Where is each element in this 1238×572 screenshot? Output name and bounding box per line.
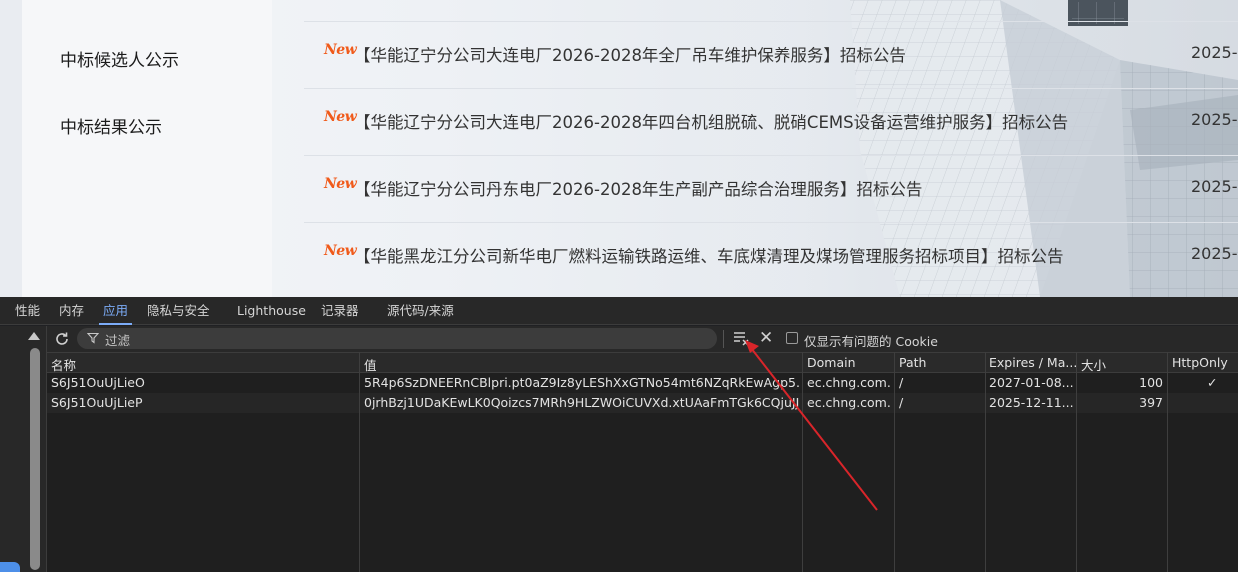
sidebar-item-result-notice[interactable]: 中标结果公示 [60,113,162,138]
column-divider[interactable] [359,352,360,572]
list-item[interactable]: New 【华能黑龙江分公司新华电厂燃料运输铁路运维、车底煤清理及煤场管理服务招标… [304,222,1238,289]
column-header-httponly[interactable]: HttpOnly [1172,355,1236,370]
column-header-domain[interactable]: Domain [807,355,892,370]
cookie-name: S6J51OuUjLieP [51,395,143,410]
cookie-toolbar: 过滤 ✕ 仅显示有问题的 Cookie [47,326,1238,352]
column-divider[interactable] [1167,352,1168,572]
column-header-value[interactable]: 值 [364,355,799,374]
scroll-up-arrow-icon[interactable] [28,332,40,340]
cookie-path: / [899,375,904,390]
tab-sources[interactable]: 源代码/来源 [387,297,454,325]
new-badge: New [324,109,357,125]
page-left-margin [0,0,22,297]
filter-placeholder: 过滤 [105,333,131,348]
new-badge: New [324,243,357,259]
column-divider[interactable] [802,352,803,572]
devtools-panel: 性能 内存 应用 隐私与安全 Lighthouse 记录器 源代码/来源 过滤 … [0,297,1238,572]
list-item[interactable]: New 【华能辽宁分公司丹东电厂2026-2028年生产副产品综合治理服务】招标… [304,155,1238,222]
filter-input[interactable]: 过滤 [77,328,717,349]
sidebar: 中标候选人公示 中标结果公示 [22,0,272,297]
clear-filtered-cookies-icon[interactable] [732,329,750,347]
scrollbar-thumb[interactable] [30,348,40,570]
cookie-value: 5R4p6SzDNEERnCBlpri.pt0aZ9Iz8yLEShXxGTNo… [364,375,799,390]
corner-indicator [0,562,20,572]
cookie-value: 0jrhBzj1UDaKEwLK0Qoizcs7MRh9HLZWOiCUVXd.… [364,395,799,410]
column-divider[interactable] [1076,352,1077,572]
notice-date: 2025- [1191,43,1238,62]
notice-title-link[interactable]: 【华能辽宁分公司丹东电厂2026-2028年生产副产品综合治理服务】招标公告 [354,176,922,200]
notice-title-link[interactable]: 【华能黑龙江分公司新华电厂燃料运输铁路运维、车底煤清理及煤场管理服务招标项目】招… [354,243,1064,267]
new-badge: New [324,176,357,192]
new-badge: New [324,42,357,58]
tab-lighthouse[interactable]: Lighthouse [237,297,306,325]
table-header: 名称 值 Domain Path Expires / Ma... 大小 Http… [47,352,1238,373]
column-header-name[interactable]: 名称 [51,355,356,374]
only-issues-label: 仅显示有问题的 Cookie [804,334,938,349]
tab-recorder[interactable]: 记录器 [321,297,359,325]
cookie-name: S6J51OuUjLieO [51,375,145,390]
sidebar-item-candidate-notice[interactable]: 中标候选人公示 [60,46,179,71]
tab-privacy-security[interactable]: 隐私与安全 [147,297,210,325]
clear-all-icon[interactable]: ✕ [759,329,775,347]
tab-performance[interactable]: 性能 [15,297,40,325]
list-item[interactable]: New 【华能辽宁分公司大连电厂2026-2028年全厂吊车维护保养服务】招标公… [304,21,1238,88]
cookie-table: 名称 值 Domain Path Expires / Ma... 大小 Http… [47,352,1238,572]
refresh-icon[interactable] [53,330,71,348]
column-header-path[interactable]: Path [899,355,984,370]
cookie-size: 397 [1139,395,1163,410]
httponly-check-icon: ✓ [1207,375,1218,390]
toolbar-divider [723,330,724,348]
cookie-expires: 2025-12-11... [989,395,1074,410]
cookie-expires: 2027-01-08... [989,375,1074,390]
column-divider[interactable] [894,352,895,572]
only-issues-checkbox[interactable] [786,332,798,344]
table-row[interactable]: S6J51OuUjLieP 0jrhBzj1UDaKEwLK0Qoizcs7MR… [47,393,1238,413]
devtools-tabbar: 性能 内存 应用 隐私与安全 Lighthouse 记录器 源代码/来源 [0,297,1238,325]
tab-memory[interactable]: 内存 [59,297,84,325]
notice-date: 2025- [1191,110,1238,129]
notice-list: New 【华能辽宁分公司大连电厂2026-2028年全厂吊车维护保养服务】招标公… [304,0,1238,297]
tab-application[interactable]: 应用 [98,297,133,325]
notice-title-link[interactable]: 【华能辽宁分公司大连电厂2026-2028年全厂吊车维护保养服务】招标公告 [354,42,906,66]
column-header-size[interactable]: 大小 [1081,355,1166,374]
notice-date: 2025- [1191,177,1238,196]
website-viewport: 中标候选人公示 中标结果公示 New 【华能辽宁分公司大连电厂2026-2028… [0,0,1238,297]
cookie-size: 100 [1139,375,1163,390]
table-row[interactable]: S6J51OuUjLieO 5R4p6SzDNEERnCBlpri.pt0aZ9… [47,373,1238,393]
cookie-domain: ec.chng.com... [807,375,892,390]
column-divider[interactable] [985,352,986,572]
sidebar-scroll-gutter [0,326,47,572]
notice-date: 2025- [1191,244,1238,263]
cookie-path: / [899,395,904,410]
column-header-expires[interactable]: Expires / Ma... [989,355,1077,370]
filter-icon [87,332,99,344]
cookie-domain: ec.chng.com... [807,395,892,410]
list-item[interactable]: New 【华能辽宁分公司大连电厂2026-2028年四台机组脱硫、脱硝CEMS设… [304,88,1238,155]
notice-title-link[interactable]: 【华能辽宁分公司大连电厂2026-2028年四台机组脱硫、脱硝CEMS设备运营维… [354,109,1068,133]
